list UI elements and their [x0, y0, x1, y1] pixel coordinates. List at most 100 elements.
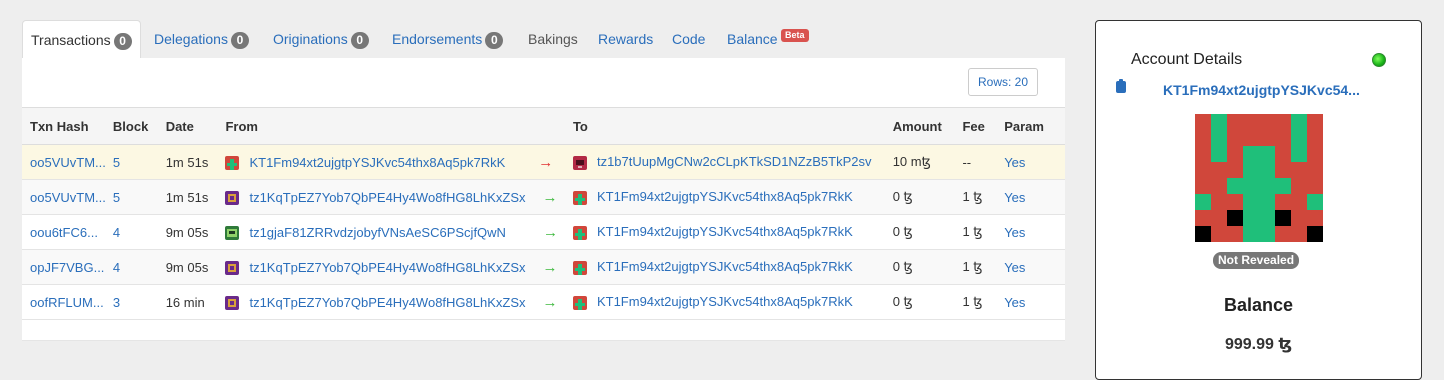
amount: 0 ꜩ: [892, 179, 963, 215]
column-header[interactable]: To: [572, 107, 893, 145]
tab-label: Delegations: [154, 31, 228, 47]
account-identicon-icon: [1195, 114, 1323, 242]
identicon-icon: [225, 191, 240, 206]
table-row[interactable]: oofRFLUM... 3 16 min tz1KqTpEZ7Yob7QbPE4…: [22, 284, 1065, 320]
card-title: Account Details: [1131, 51, 1243, 68]
amount: 0 ꜩ: [892, 214, 963, 250]
identicon-icon: [572, 295, 587, 310]
arrow-right-icon: →: [542, 188, 558, 206]
to-address-link[interactable]: KT1Fm94xt2ujgtpYSJKvc54thx8Aq5pk7RkK: [597, 224, 853, 239]
amount: 0 ꜩ: [892, 249, 963, 285]
table-row[interactable]: opJF7VBG... 4 9m 05s tz1KqTpEZ7Yob7QbPE4…: [22, 249, 1065, 285]
count-badge: 0: [113, 32, 132, 50]
from-address-link[interactable]: tz1KqTpEZ7Yob7QbPE4Hy4Wo8fHG8LhKxZSx: [249, 295, 525, 310]
from-address-link[interactable]: tz1KqTpEZ7Yob7QbPE4Hy4Wo8fHG8LhKxZSx: [249, 190, 525, 205]
identicon-icon: [225, 156, 240, 171]
tab-rewards[interactable]: Rewards: [598, 20, 653, 58]
block-link[interactable]: 4: [113, 225, 120, 240]
column-header[interactable]: Block: [112, 107, 166, 145]
param-link[interactable]: Yes: [1004, 225, 1025, 240]
account-details-card: Account Details KT1Fm94xt2ujgtpYSJKvc54.…: [1095, 20, 1422, 380]
table-row[interactable]: oo5VUvTM... 5 1m 51s tz1KqTpEZ7Yob7QbPE4…: [22, 179, 1065, 215]
identicon-icon: [225, 226, 240, 241]
txn-date: 16 min: [165, 284, 226, 320]
block-link[interactable]: 4: [113, 260, 120, 275]
tab-transactions[interactable]: Transactions 0: [22, 20, 141, 60]
count-badge: 0: [485, 31, 504, 49]
tab-balance[interactable]: Balance: [727, 20, 778, 58]
block-link[interactable]: 5: [113, 190, 120, 205]
account-address-link[interactable]: KT1Fm94xt2ujgtpYSJKvc54...: [1163, 82, 1360, 98]
identicon-icon: [225, 296, 240, 311]
reveal-status-badge: Not Revealed: [1213, 252, 1300, 269]
txn-hash-link[interactable]: oou6tFC6...: [30, 225, 98, 240]
amount: 0 ꜩ: [892, 284, 963, 320]
column-header[interactable]: Fee: [962, 107, 1005, 145]
txn-date: 1m 51s: [165, 179, 226, 215]
amount: 10 mꜩ: [892, 144, 963, 180]
to-address-link[interactable]: KT1Fm94xt2ujgtpYSJKvc54thx8Aq5pk7RkK: [597, 294, 853, 309]
count-badge: 0: [230, 31, 249, 49]
arrow-right-icon: →: [542, 293, 558, 311]
column-header[interactable]: Amount: [892, 107, 963, 145]
identicon-icon: [572, 190, 587, 205]
txn-hash-link[interactable]: opJF7VBG...: [30, 260, 104, 275]
beta-badge: Beta: [781, 29, 809, 42]
txn-hash-link[interactable]: oo5VUvTM...: [30, 155, 106, 170]
param-link[interactable]: Yes: [1004, 260, 1025, 275]
tab-label: Balance: [727, 31, 778, 47]
from-address-link[interactable]: tz1gjaF81ZRRvdzjobyfVNsAeSC6PScjfQwN: [249, 225, 505, 240]
tab-bakings[interactable]: Bakings: [528, 20, 578, 58]
arrow-right-icon: →: [542, 223, 558, 241]
fee: 1 ꜩ: [962, 284, 1005, 320]
identicon-icon: [572, 155, 587, 170]
column-header[interactable]: From: [225, 107, 573, 145]
tab-label: Code: [672, 31, 706, 47]
param-link[interactable]: Yes: [1004, 155, 1025, 170]
arrow-right-icon: →: [542, 258, 558, 276]
tab-originations[interactable]: Originations 0: [273, 20, 369, 58]
column-header[interactable]: Date: [165, 107, 226, 145]
param-link[interactable]: Yes: [1004, 295, 1025, 310]
balance-value: 999.99 ꜩ: [1224, 336, 1293, 353]
tab-label: Originations: [273, 31, 348, 47]
arrow-right-icon: →: [538, 153, 554, 171]
txn-hash-link[interactable]: oo5VUvTM...: [30, 190, 106, 205]
block-link[interactable]: 5: [113, 155, 120, 170]
fee: 1 ꜩ: [962, 249, 1005, 285]
from-address-link[interactable]: tz1KqTpEZ7Yob7QbPE4Hy4Wo8fHG8LhKxZSx: [249, 260, 525, 275]
to-address-link[interactable]: tz1b7tUupMgCNw2cCLpKTkSD1NZzB5TkP2sv: [597, 154, 872, 169]
fee: --: [962, 144, 1005, 180]
tab-label: Endorsements: [392, 31, 483, 47]
tab-label: Rewards: [598, 31, 654, 47]
from-address-link[interactable]: KT1Fm94xt2ujgtpYSJKvc54thx8Aq5pk7RkK: [249, 155, 505, 170]
tab-label: Transactions: [31, 32, 111, 48]
identicon-icon: [572, 225, 587, 240]
tab-bar: Transactions 0 Delegations 0 Originations 0…: [22, 20, 1065, 60]
table-row[interactable]: oou6tFC6... 4 9m 05s tz1gjaF81ZRRvdzjoby…: [22, 214, 1065, 250]
block-link[interactable]: 3: [113, 295, 120, 310]
tab-label: Bakings: [528, 31, 578, 47]
tab-code[interactable]: Code: [672, 20, 705, 58]
column-header[interactable]: Txn Hash: [22, 107, 113, 145]
txn-hash-link[interactable]: oofRFLUM...: [30, 295, 104, 310]
txn-date: 1m 51s: [165, 144, 226, 180]
tab-endorsements[interactable]: Endorsements 0: [392, 20, 504, 58]
txn-date: 9m 05s: [165, 249, 226, 285]
status-indicator-icon: [1372, 53, 1386, 67]
table-header-row: Txn Hash Block Date From To Amount Fee P…: [22, 107, 1065, 145]
identicon-icon: [225, 261, 240, 276]
clipboard-icon[interactable]: [1116, 79, 1126, 93]
to-address-link[interactable]: KT1Fm94xt2ujgtpYSJKvc54thx8Aq5pk7RkK: [597, 259, 853, 274]
column-header[interactable]: Param: [1004, 107, 1065, 145]
transactions-table: Txn Hash Block Date From To Amount Fee P…: [22, 107, 1065, 320]
tab-delegations[interactable]: Delegations 0: [154, 20, 249, 58]
count-badge: 0: [350, 31, 369, 49]
txn-date: 9m 05s: [165, 214, 226, 250]
fee: 1 ꜩ: [962, 179, 1005, 215]
rows-per-page-button[interactable]: Rows: 20: [968, 68, 1038, 96]
table-row[interactable]: oo5VUvTM... 5 1m 51s KT1Fm94xt2ujgtpYSJK…: [22, 144, 1065, 180]
identicon-icon: [572, 260, 587, 275]
to-address-link[interactable]: KT1Fm94xt2ujgtpYSJKvc54thx8Aq5pk7RkK: [597, 189, 853, 204]
param-link[interactable]: Yes: [1004, 190, 1025, 205]
